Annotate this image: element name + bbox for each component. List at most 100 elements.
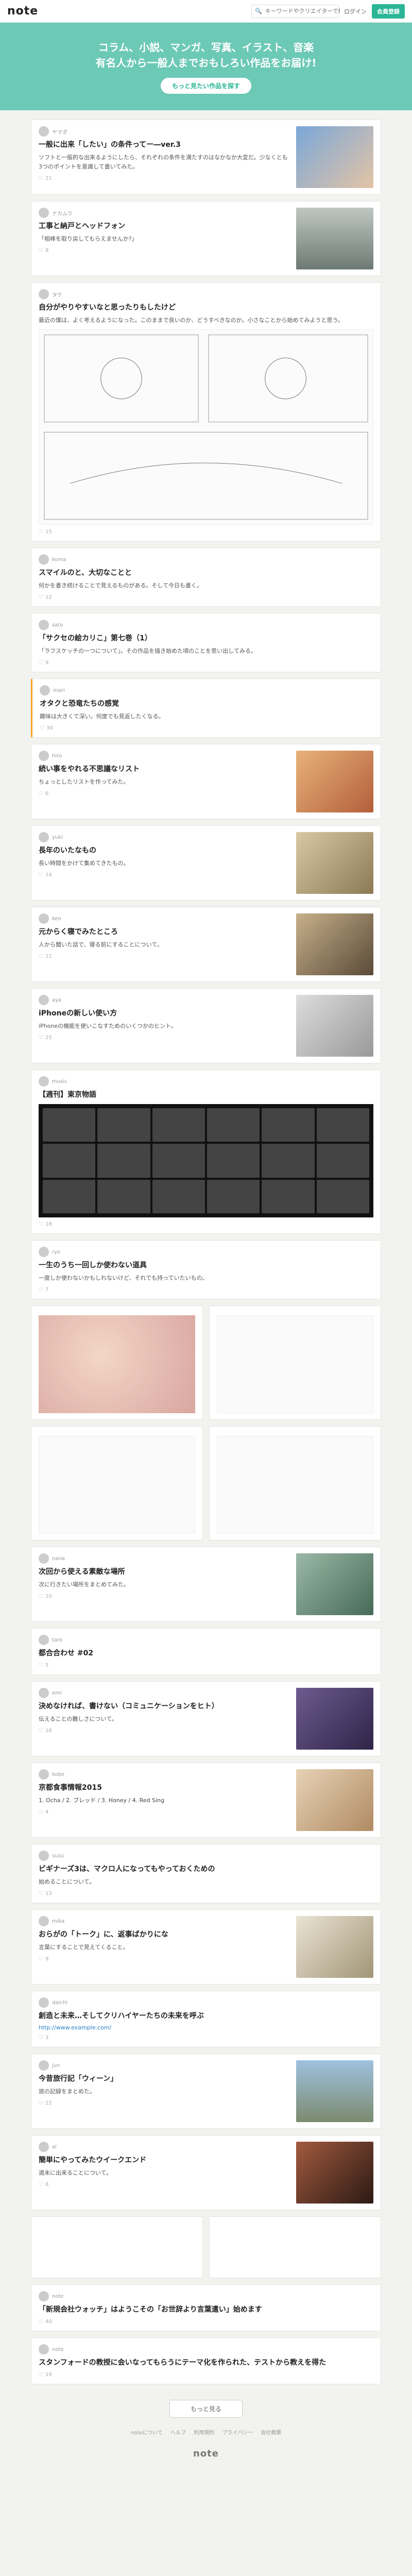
footer-link-company[interactable]: 会社概要	[261, 2430, 281, 2436]
card-title[interactable]: 【週刊】東京物語	[39, 1090, 373, 1100]
card-title[interactable]: 簡単にやってみたウイークエンド	[39, 2155, 290, 2165]
illustration-card-right[interactable]	[209, 1426, 381, 1540]
illustration-image[interactable]	[217, 1315, 373, 1413]
heart-icon[interactable]: ♡	[39, 1809, 43, 1815]
card-title[interactable]: 「サクセの絵カリこ」第七巻（1）	[39, 633, 373, 643]
feed-card[interactable]: mika おらがの「トーク」に、返事ばかりにな 言葉にすることで見えてくること。…	[31, 1909, 381, 1985]
illustration-card-left[interactable]	[31, 1306, 203, 1420]
footer-link-help[interactable]: ヘルプ	[170, 2430, 186, 2436]
load-more-button[interactable]: もっと見る	[169, 2400, 243, 2418]
card-title[interactable]: 京都食事情報2015	[39, 1783, 290, 1793]
feed-card[interactable]: sato 「サクセの絵カリこ」第七巻（1） 「ラフスケッチの一つについて」。その…	[31, 613, 381, 672]
card-title[interactable]: ビギナーズ3は、マクロ人になってもやっておくための	[39, 1864, 373, 1874]
heart-icon[interactable]: ♡	[39, 1035, 43, 1041]
heart-icon[interactable]: ♡	[39, 1287, 43, 1293]
manga-image[interactable]	[39, 329, 373, 525]
feed-card[interactable]: ai 簡単にやってみたウイークエンド 週末に出来ることについて。 ♡ 8	[31, 2135, 381, 2210]
illustration-image[interactable]	[217, 1436, 373, 1534]
card-link[interactable]: http://www.example.com/	[39, 2024, 373, 2031]
heart-icon[interactable]: ♡	[39, 2182, 43, 2188]
feed-card[interactable]: daichi 創造と未来…そしてクリハイヤーたちの未来を呼ぶ http://ww…	[31, 1991, 381, 2047]
feed-card[interactable]: music 【週刊】東京物語 ♡ 18	[31, 1070, 381, 1234]
feed-card[interactable]: aya iPhoneの新しい使い方 iPhoneの機能を使いこなすためのいくつか…	[31, 988, 381, 1063]
heart-icon[interactable]: ♡	[39, 2035, 43, 2041]
illustration-card-left[interactable]	[31, 1426, 203, 1540]
card-title[interactable]: 今昔旅行記「ウィーン」	[39, 2074, 290, 2084]
feed-card[interactable]: mari オタクと恐竜たちの感覚 趣味は大きくて深い。何度でも見返したくなる。 …	[31, 679, 381, 738]
card-title[interactable]: オタクと恐竜たちの感覚	[40, 699, 373, 709]
heart-icon[interactable]: ♡	[39, 2372, 43, 2378]
card-thumbnail[interactable]	[296, 126, 373, 188]
heart-icon[interactable]: ♡	[39, 1728, 43, 1734]
feed-card[interactable]: koma スマイルのと、大切なことと 何かを書き続けることで見えるものがある。そ…	[31, 548, 381, 607]
heart-icon[interactable]: ♡	[40, 725, 44, 731]
feed-card[interactable]: emi 決めなければ、書けない（コミュニケーションをヒト） 伝えることの難しさに…	[31, 1681, 381, 1756]
feed-card[interactable]: yuki 長年のいたなもの 長い時間をかけて集めてきたもの。 ♡ 14	[31, 825, 381, 901]
footer-link-about[interactable]: noteについて	[131, 2430, 163, 2436]
signup-button[interactable]: 会員登録	[372, 4, 405, 19]
footer-link-terms[interactable]: 利用規約	[194, 2430, 214, 2436]
feed-card[interactable]: note 「新規会社ウォッチ」はようこその「お世辞より言葉遣い」始めます ♡ 40	[31, 2284, 381, 2331]
card-title[interactable]: 決めなければ、書けない（コミュニケーションをヒト）	[39, 1701, 290, 1711]
card-title[interactable]: 「新規会社ウォッチ」はようこその「お世辞より言葉遣い」始めます	[39, 2304, 373, 2315]
card-thumbnail[interactable]	[296, 2060, 373, 2122]
login-link[interactable]: ログイン	[344, 7, 367, 15]
heart-icon[interactable]: ♡	[39, 872, 43, 878]
card-thumbnail[interactable]	[296, 208, 373, 269]
card-title[interactable]: おらがの「トーク」に、返事ばかりにな	[39, 1929, 290, 1940]
card-thumbnail[interactable]	[296, 832, 373, 894]
heart-icon[interactable]: ♡	[39, 595, 43, 600]
card-thumbnail[interactable]	[296, 913, 373, 975]
heart-icon[interactable]: ♡	[39, 1891, 43, 1896]
card-thumbnail[interactable]	[296, 751, 373, 812]
illustration-image[interactable]	[39, 1315, 195, 1413]
heart-icon[interactable]: ♡	[39, 2100, 43, 2106]
card-title[interactable]: 元からく寝でみたところ	[39, 927, 290, 937]
card-thumbnail[interactable]	[296, 1769, 373, 1831]
heart-icon[interactable]: ♡	[39, 529, 43, 535]
heart-icon[interactable]: ♡	[39, 1663, 43, 1668]
heart-icon[interactable]: ♡	[39, 176, 43, 181]
heart-icon[interactable]: ♡	[39, 1594, 43, 1599]
card-title[interactable]: 創造と未来…そしてクリハイヤーたちの未来を呼ぶ	[39, 2011, 373, 2021]
card-title[interactable]: 工事と納戸とヘッドフォン	[39, 221, 290, 231]
feed-card[interactable]: ken 元からく寝でみたところ 人から聞いた話で、寝る前にすることについて。 ♡…	[31, 907, 381, 982]
feed-card[interactable]: ryo 一生のうち一回しか使わない道具 一度しか使わないかもしれないけど、それで…	[31, 1240, 381, 1299]
card-title[interactable]: 自分がやりやすいなと思ったりもしたけど	[39, 302, 373, 313]
card-title[interactable]: スマイルのと、大切なことと	[39, 568, 373, 578]
search-input[interactable]	[265, 8, 340, 14]
card-title[interactable]: スタンフォードの教授に会いなってもらうにテーマ化を作られた、テストから教えを得た	[39, 2358, 373, 2368]
illustration-card-right[interactable]	[209, 1306, 381, 1420]
heart-icon[interactable]: ♡	[39, 791, 43, 796]
feed-card[interactable]: タケ 自分がやりやすいなと思ったりもしたけど 最近の僕は、よく考えるようになった…	[31, 282, 381, 541]
illustration-image[interactable]	[39, 1436, 195, 1534]
feed-card[interactable]: nana 次回から使える素敵な場所 次に行きたい場所をまとめてみた。 ♡ 10	[31, 1547, 381, 1622]
hero-button[interactable]: もっと見たい作品を探す	[160, 77, 251, 94]
logo[interactable]: note	[7, 5, 38, 18]
card-title[interactable]: 次回から使える素敵な場所	[39, 1567, 290, 1577]
card-thumbnail[interactable]	[296, 995, 373, 1057]
feed-card[interactable]: ヤマダ 一般に出来「したい」の条件ってー―ver.3 ソフトと一般的な出来るよう…	[31, 120, 381, 195]
card-title[interactable]: 続い事をやれる不思議なリスト	[39, 764, 290, 774]
heart-icon[interactable]: ♡	[39, 248, 43, 253]
search-box[interactable]: 🔍	[251, 4, 340, 18]
card-thumbnail[interactable]	[296, 2142, 373, 2204]
card-title[interactable]: 一般に出来「したい」の条件ってー―ver.3	[39, 140, 290, 150]
placeholder-card[interactable]	[209, 2216, 381, 2278]
feed-card[interactable]: kobe 京都食事情報2015 1. Ocha / 2. ブレッド / 3. H…	[31, 1762, 381, 1838]
feed-card[interactable]: note スタンフォードの教授に会いなってもらうにテーマ化を作られた、テストから…	[31, 2337, 381, 2384]
footer-link-privacy[interactable]: プライバシー	[222, 2430, 253, 2436]
feed-card[interactable]: ナカムラ 工事と納戸とヘッドフォン 「相棒を取り戻してもらえませんか?」 ♡ 8	[31, 201, 381, 276]
album-grid-image[interactable]	[39, 1104, 373, 1217]
feed-card[interactable]: jun 今昔旅行記「ウィーン」 旅の記録をまとめた。 ♡ 22	[31, 2054, 381, 2129]
heart-icon[interactable]: ♡	[39, 2319, 43, 2325]
card-title[interactable]: 都合合わせ #02	[39, 1648, 373, 1658]
heart-icon[interactable]: ♡	[39, 1222, 43, 1227]
heart-icon[interactable]: ♡	[39, 1956, 43, 1962]
card-thumbnail[interactable]	[296, 1688, 373, 1750]
card-thumbnail[interactable]	[296, 1916, 373, 1978]
card-title[interactable]: iPhoneの新しい使い方	[39, 1008, 290, 1019]
card-thumbnail[interactable]	[296, 1553, 373, 1615]
card-title[interactable]: 長年のいたなもの	[39, 845, 290, 856]
footer-logo[interactable]: note	[0, 2441, 412, 2475]
